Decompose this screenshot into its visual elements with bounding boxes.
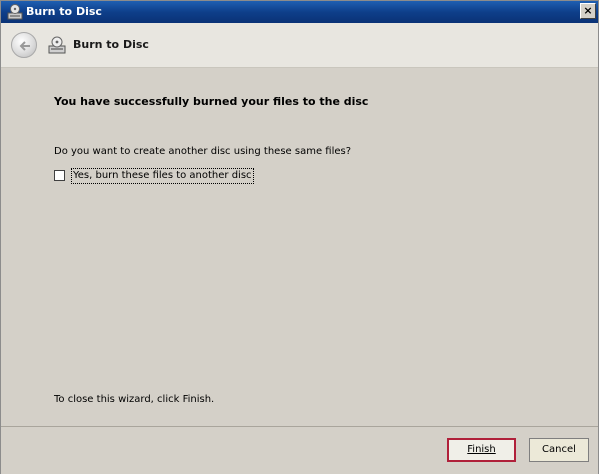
burn-again-label[interactable]: Yes, burn these files to another disc <box>71 168 254 184</box>
burn-again-checkbox[interactable] <box>54 170 65 181</box>
close-hint-text: To close this wizard, click Finish. <box>54 394 215 405</box>
finish-button-label: Finish <box>467 444 496 455</box>
cancel-button-label: Cancel <box>542 444 576 455</box>
back-button[interactable] <box>11 32 37 58</box>
close-button[interactable]: × <box>580 3 596 19</box>
title-bar[interactable]: Burn to Disc × <box>1 1 598 23</box>
wizard-content: You have successfully burned your files … <box>1 68 598 426</box>
cancel-button[interactable]: Cancel <box>529 438 589 462</box>
wizard-header: Burn to Disc <box>1 23 598 68</box>
wizard-title: Burn to Disc <box>73 38 149 51</box>
window-title: Burn to Disc <box>26 5 102 18</box>
close-icon: × <box>583 4 593 17</box>
disc-burner-icon <box>48 36 66 54</box>
back-arrow-icon <box>19 41 30 51</box>
page-heading: You have successfully burned your files … <box>54 95 369 108</box>
burn-to-disc-window: Burn to Disc × Burn to Disc You have suc… <box>0 0 599 474</box>
button-bar: Finish Cancel <box>1 426 598 474</box>
disc-burner-icon <box>7 4 23 20</box>
finish-button[interactable]: Finish <box>447 438 516 462</box>
question-text: Do you want to create another disc using… <box>54 146 352 157</box>
